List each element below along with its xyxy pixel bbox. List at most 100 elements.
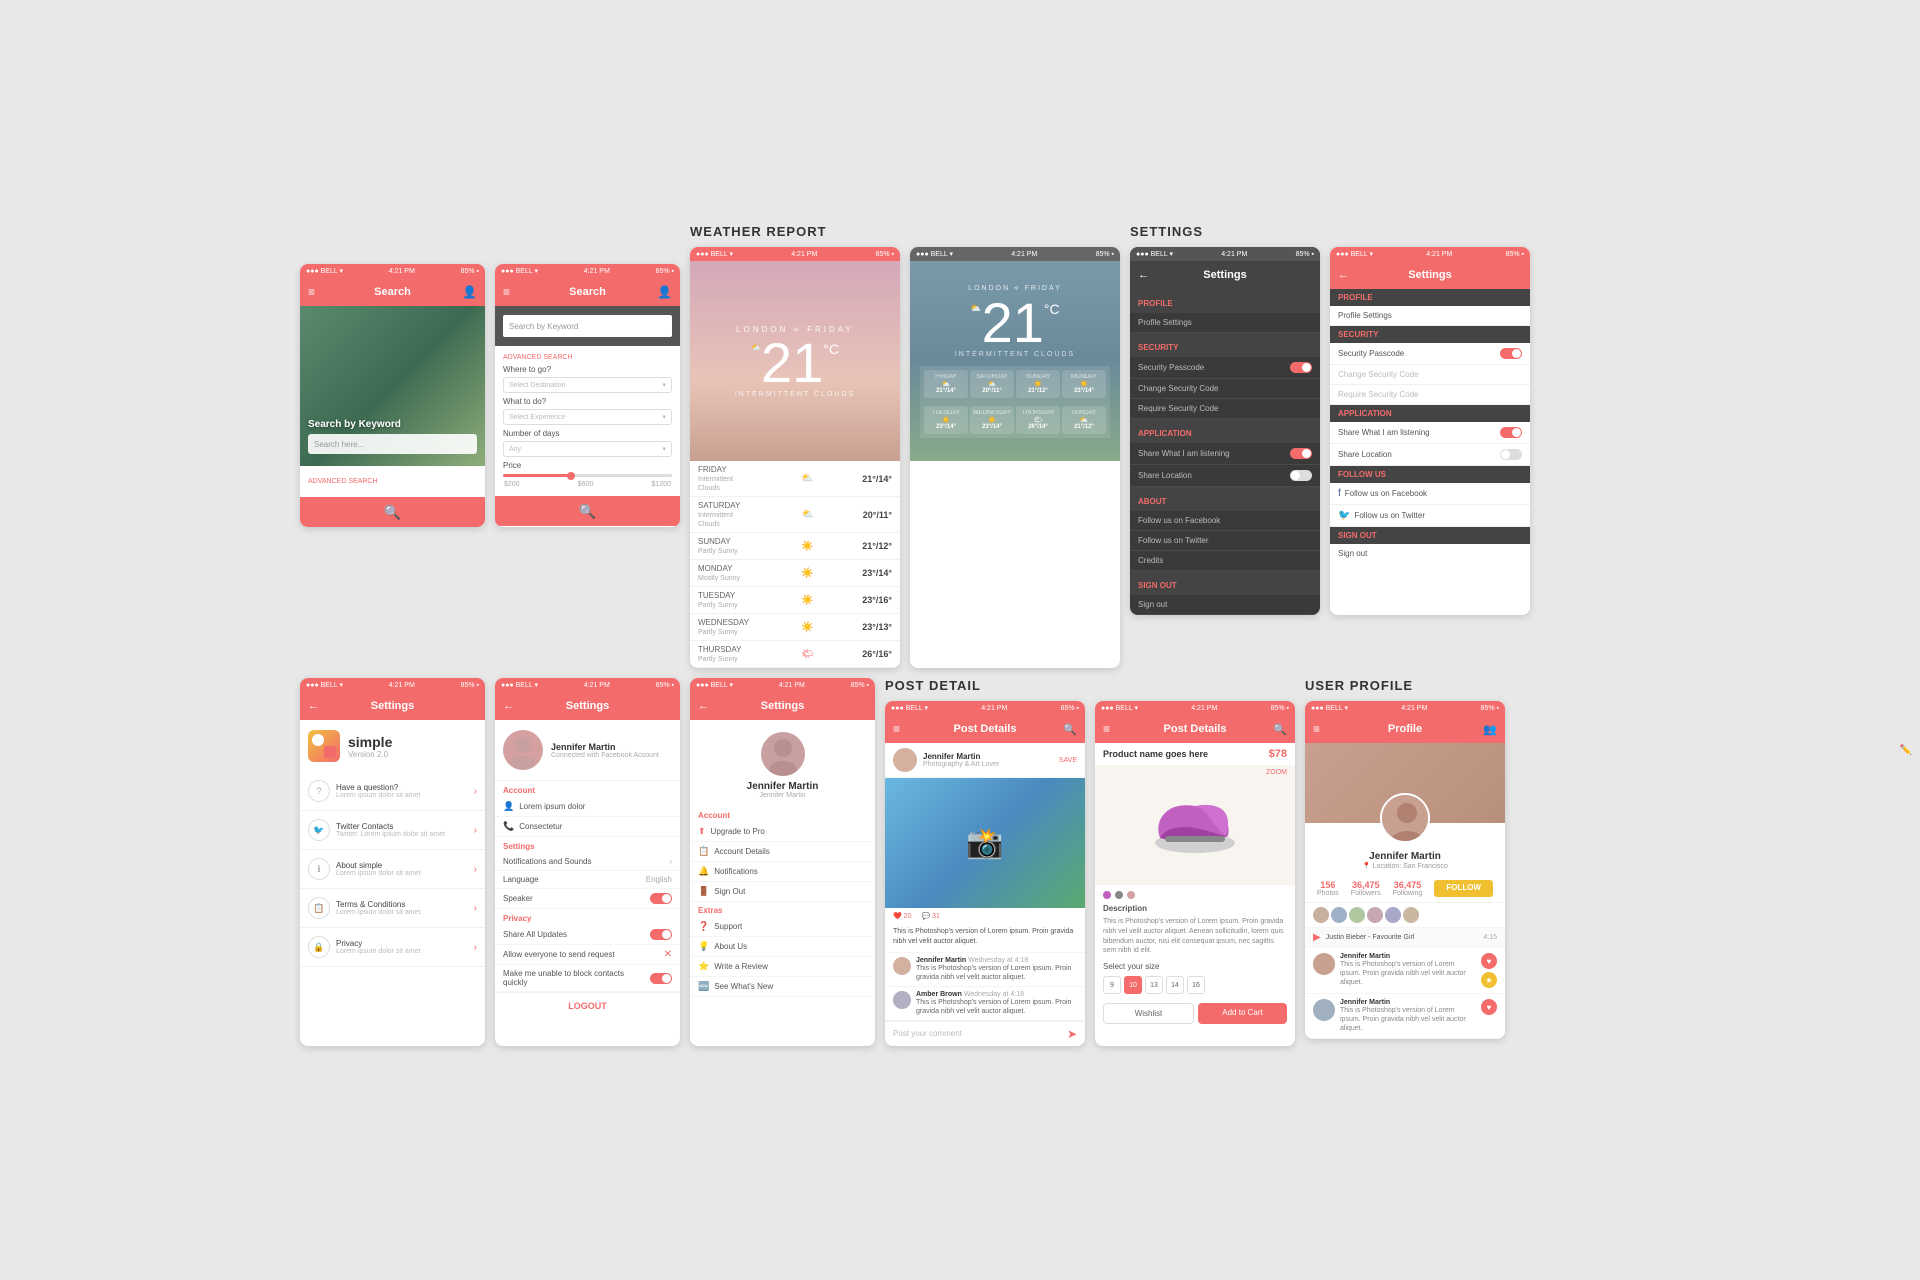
like-btn-2[interactable]: ♥ <box>1481 999 1497 1015</box>
color-gray[interactable] <box>1115 891 1123 899</box>
lang-row[interactable]: Language English <box>495 871 680 889</box>
zoom-btn[interactable]: ZOOM <box>1266 769 1287 776</box>
likes-count[interactable]: ❤️ 20 <box>893 912 911 920</box>
share-music-row[interactable]: Share What I am listening <box>1130 443 1320 465</box>
share-loc-toggle-exp[interactable] <box>1500 449 1522 460</box>
terms-left: 📋 Terms & Conditions Lorem ipsum dolor s… <box>308 897 420 919</box>
star-btn-1[interactable]: ★ <box>1481 972 1497 988</box>
search-icon-post1[interactable]: 🔍 <box>1063 723 1077 736</box>
size-14[interactable]: 14 <box>1166 976 1184 994</box>
acct-details-row[interactable]: 📋 Account Details <box>690 842 875 862</box>
block-toggle[interactable] <box>650 973 672 984</box>
credits-row[interactable]: Credits <box>1130 551 1320 571</box>
sec-passcode-exp[interactable]: Security Passcode <box>1330 343 1530 365</box>
security-toggle[interactable] <box>1290 362 1312 373</box>
price-slider[interactable] <box>503 474 672 477</box>
size-9[interactable]: 9 <box>1103 976 1121 994</box>
back-icon-d1[interactable]: ← <box>1138 269 1149 281</box>
color-pink[interactable] <box>1127 891 1135 899</box>
share-updates-toggle[interactable] <box>650 929 672 940</box>
menu-icon-product[interactable]: ≡ <box>1103 722 1110 736</box>
adv-search-label[interactable]: ADVANCED SEARCH <box>503 354 672 361</box>
search-icon-2[interactable]: 🔍 <box>579 503 596 520</box>
signout-exp[interactable]: Sign out <box>1330 544 1530 563</box>
share-music-toggle-exp[interactable] <box>1500 427 1522 438</box>
security-passcode-row[interactable]: Security Passcode <box>1130 357 1320 379</box>
back-icon-exp[interactable]: ← <box>1338 269 1349 281</box>
menu-icon-1[interactable]: ≡ <box>308 285 315 299</box>
color-purple[interactable] <box>1103 891 1111 899</box>
users-icon-profile[interactable]: 👥 <box>1483 723 1497 736</box>
lorem-row[interactable]: 👤 Lorem ipsum dolor <box>495 797 680 817</box>
search-input-1[interactable]: Search here... <box>308 434 477 454</box>
notif-row2[interactable]: 🔔 Notifications <box>690 862 875 882</box>
menu-icon-profile[interactable]: ≡ <box>1313 722 1320 736</box>
follow-btn[interactable]: FOLLOW <box>1434 880 1493 897</box>
fb-exp[interactable]: f Follow us on Facebook <box>1330 483 1530 505</box>
menu-icon-post1[interactable]: ≡ <box>893 722 900 736</box>
change-code-exp[interactable]: Change Security Code <box>1330 365 1530 385</box>
share-location-toggle[interactable] <box>1290 470 1312 481</box>
size-16[interactable]: 16 <box>1187 976 1205 994</box>
tw-row[interactable]: Follow us on Twitter <box>1130 531 1320 551</box>
size-10[interactable]: 10 <box>1124 976 1142 994</box>
keyword-input[interactable]: Search by Keyword <box>503 315 672 337</box>
profile-settings-exp[interactable]: Profile Settings <box>1330 306 1530 326</box>
back-icon-simple[interactable]: ← <box>308 700 319 712</box>
search-icon-1[interactable]: 🔍 <box>384 504 401 521</box>
share-loc-exp[interactable]: Share Location <box>1330 444 1530 466</box>
adv-search-1[interactable]: ADVANCED SEARCH <box>308 474 477 489</box>
menu-privacy[interactable]: 🔒 Privacy Lorem ipsum dolor sit amet › <box>300 928 485 967</box>
post-save-btn[interactable]: SAVE <box>1059 757 1077 764</box>
menu-icon-2[interactable]: ≡ <box>503 285 510 299</box>
grid-sun: SUNDAY ☀️ 21°/12° <box>1016 370 1060 398</box>
like-btn-1[interactable]: ♥ <box>1481 953 1497 969</box>
support-row[interactable]: ❓ Support <box>690 917 875 937</box>
slider-thumb[interactable] <box>567 472 575 480</box>
signout-row2[interactable]: 🚪 Sign Out <box>690 882 875 902</box>
consec-row[interactable]: 📞 Consectetur <box>495 817 680 837</box>
whats-new-row[interactable]: 🆕 See What's New <box>690 977 875 997</box>
allow-req-row[interactable]: Allow everyone to send request ✕ <box>495 945 680 965</box>
require-code-exp[interactable]: Require Security Code <box>1330 385 1530 405</box>
logout-btn[interactable]: LOGOUT <box>495 992 680 1019</box>
fb-row[interactable]: Follow us on Facebook <box>1130 511 1320 531</box>
require-code-row[interactable]: Require Security Code <box>1130 399 1320 419</box>
back-icon-prof[interactable]: ← <box>698 700 709 712</box>
days-select[interactable]: Any ▾ <box>503 441 672 457</box>
block-row[interactable]: Make me unable to block contacts quickly <box>495 965 680 992</box>
size-13[interactable]: 13 <box>1145 976 1163 994</box>
sec-toggle-exp[interactable] <box>1500 348 1522 359</box>
menu-help[interactable]: ? Have a question? Lorem ipsum dolor sit… <box>300 772 485 811</box>
comment-input-area[interactable]: Post your comment ➤ <box>885 1021 1085 1046</box>
experience-select[interactable]: Select Experience ▾ <box>503 409 672 425</box>
allow-req-x[interactable]: ✕ <box>664 949 672 960</box>
upgrade-row[interactable]: ⬆ Upgrade to Pro <box>690 822 875 842</box>
send-icon[interactable]: ➤ <box>1067 1027 1077 1041</box>
review-row[interactable]: ⭐ Write a Review <box>690 957 875 977</box>
play-icon[interactable]: ▶ <box>1313 932 1321 943</box>
tw-exp[interactable]: 🐦 Follow us on Twitter <box>1330 505 1530 527</box>
change-code-row[interactable]: Change Security Code <box>1130 379 1320 399</box>
search-icon-product[interactable]: 🔍 <box>1273 723 1287 736</box>
comments-count[interactable]: 💬 31 <box>921 912 939 920</box>
share-updates-row[interactable]: Share All Updates <box>495 925 680 945</box>
menu-terms[interactable]: 📋 Terms & Conditions Lorem ipsum dolor s… <box>300 889 485 928</box>
wishlist-btn[interactable]: Wishlist <box>1103 1003 1194 1024</box>
share-music-toggle[interactable] <box>1290 448 1312 459</box>
speaker-row[interactable]: Speaker <box>495 889 680 909</box>
signout-row[interactable]: Sign out <box>1130 595 1320 615</box>
user-icon-2[interactable]: 👤 <box>657 285 672 299</box>
user-icon-1[interactable]: 👤 <box>462 285 477 299</box>
menu-about[interactable]: ℹ About simple Lorem ipsum dolor sit ame… <box>300 850 485 889</box>
menu-twitter[interactable]: 🐦 Twitter Contacts Twitter: Lorem ipsum … <box>300 811 485 850</box>
notif-row[interactable]: Notifications and Sounds › <box>495 853 680 871</box>
about-us-row[interactable]: 💡 About Us <box>690 937 875 957</box>
share-music-exp[interactable]: Share What I am listening <box>1330 422 1530 444</box>
back-icon-acct[interactable]: ← <box>503 700 514 712</box>
add-to-cart-btn[interactable]: Add to Cart <box>1198 1003 1287 1024</box>
destination-select[interactable]: Select Destination ▾ <box>503 377 672 393</box>
share-location-row[interactable]: Share Location <box>1130 465 1320 487</box>
speaker-toggle[interactable] <box>650 893 672 904</box>
profile-settings-row[interactable]: Profile Settings <box>1130 313 1320 333</box>
